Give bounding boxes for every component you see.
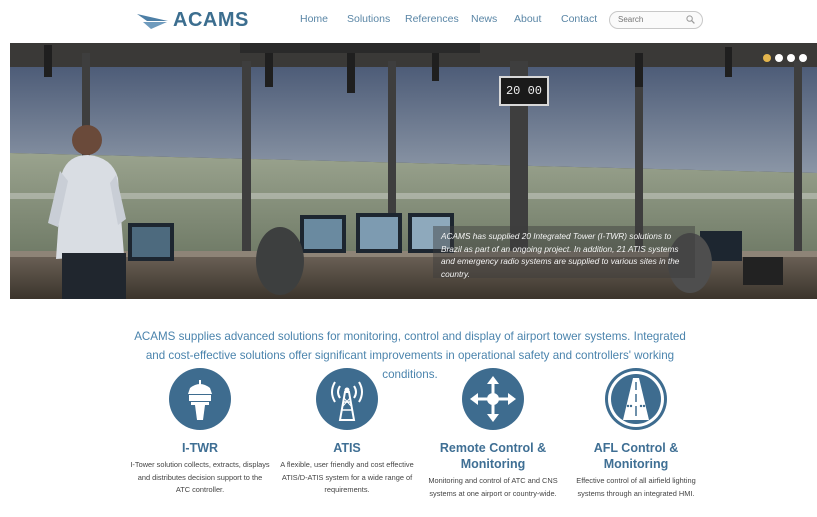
nav-solutions[interactable]: Solutions xyxy=(347,13,390,25)
nav-references[interactable]: References xyxy=(405,13,459,25)
plane-logo-icon xyxy=(137,13,168,29)
search-box xyxy=(609,11,703,29)
hero-slider: 20 00 ACAMS has supplied 20 Integrated T… xyxy=(10,43,817,299)
search-input[interactable] xyxy=(618,13,682,26)
slider-dot-1[interactable] xyxy=(763,54,771,62)
feature-atis[interactable]: ATIS A flexible, user friendly and cost … xyxy=(277,368,417,497)
radio-antenna-icon[interactable] xyxy=(316,368,378,430)
brand-logo[interactable]: ACAMS xyxy=(137,9,249,32)
feature-title: ATIS xyxy=(333,441,361,455)
nav-home[interactable]: Home xyxy=(300,13,328,25)
slider-dot-3[interactable] xyxy=(787,54,795,62)
site-header: ACAMS Home Solutions References News Abo… xyxy=(0,0,817,42)
slide-caption-text: ACAMS has supplied 20 Integrated Tower (… xyxy=(441,231,680,279)
slider-dot-4[interactable] xyxy=(799,54,807,62)
feature-description: Effective control of all airfield lighti… xyxy=(576,476,696,498)
feature-afl-control[interactable]: AFL Control & Monitoring Effective contr… xyxy=(566,368,706,500)
nav-news[interactable]: News xyxy=(471,13,497,25)
four-way-arrows-icon[interactable] xyxy=(462,368,524,430)
feature-description: A flexible, user friendly and cost effec… xyxy=(280,460,414,494)
slider-dots xyxy=(763,54,807,62)
search-icon[interactable] xyxy=(686,15,695,24)
feature-description: Monitoring and control of ATC and CNS sy… xyxy=(428,476,558,498)
feature-remote-control[interactable]: Remote Control & Monitoring Monitoring a… xyxy=(423,368,563,500)
nav-about[interactable]: About xyxy=(514,13,541,25)
feature-title: Remote Control & Monitoring xyxy=(439,441,547,471)
hero-image xyxy=(10,43,817,299)
slider-dot-2[interactable] xyxy=(775,54,783,62)
control-tower-icon[interactable] xyxy=(169,368,231,430)
feature-title: I-TWR xyxy=(181,441,219,455)
slide-caption: ACAMS has supplied 20 Integrated Tower (… xyxy=(433,226,695,279)
runway-lights-icon[interactable] xyxy=(605,368,667,430)
brand-name: ACAMS xyxy=(173,9,249,31)
feature-description: I-Tower solution collects, extracts, dis… xyxy=(130,460,270,494)
feature-title: AFL Control & Monitoring xyxy=(593,441,679,471)
nav-contact[interactable]: Contact xyxy=(561,13,597,25)
tower-clock: 20 00 xyxy=(499,76,549,106)
feature-i-twr[interactable]: I-TWR I-Tower solution collects, extract… xyxy=(130,368,270,497)
